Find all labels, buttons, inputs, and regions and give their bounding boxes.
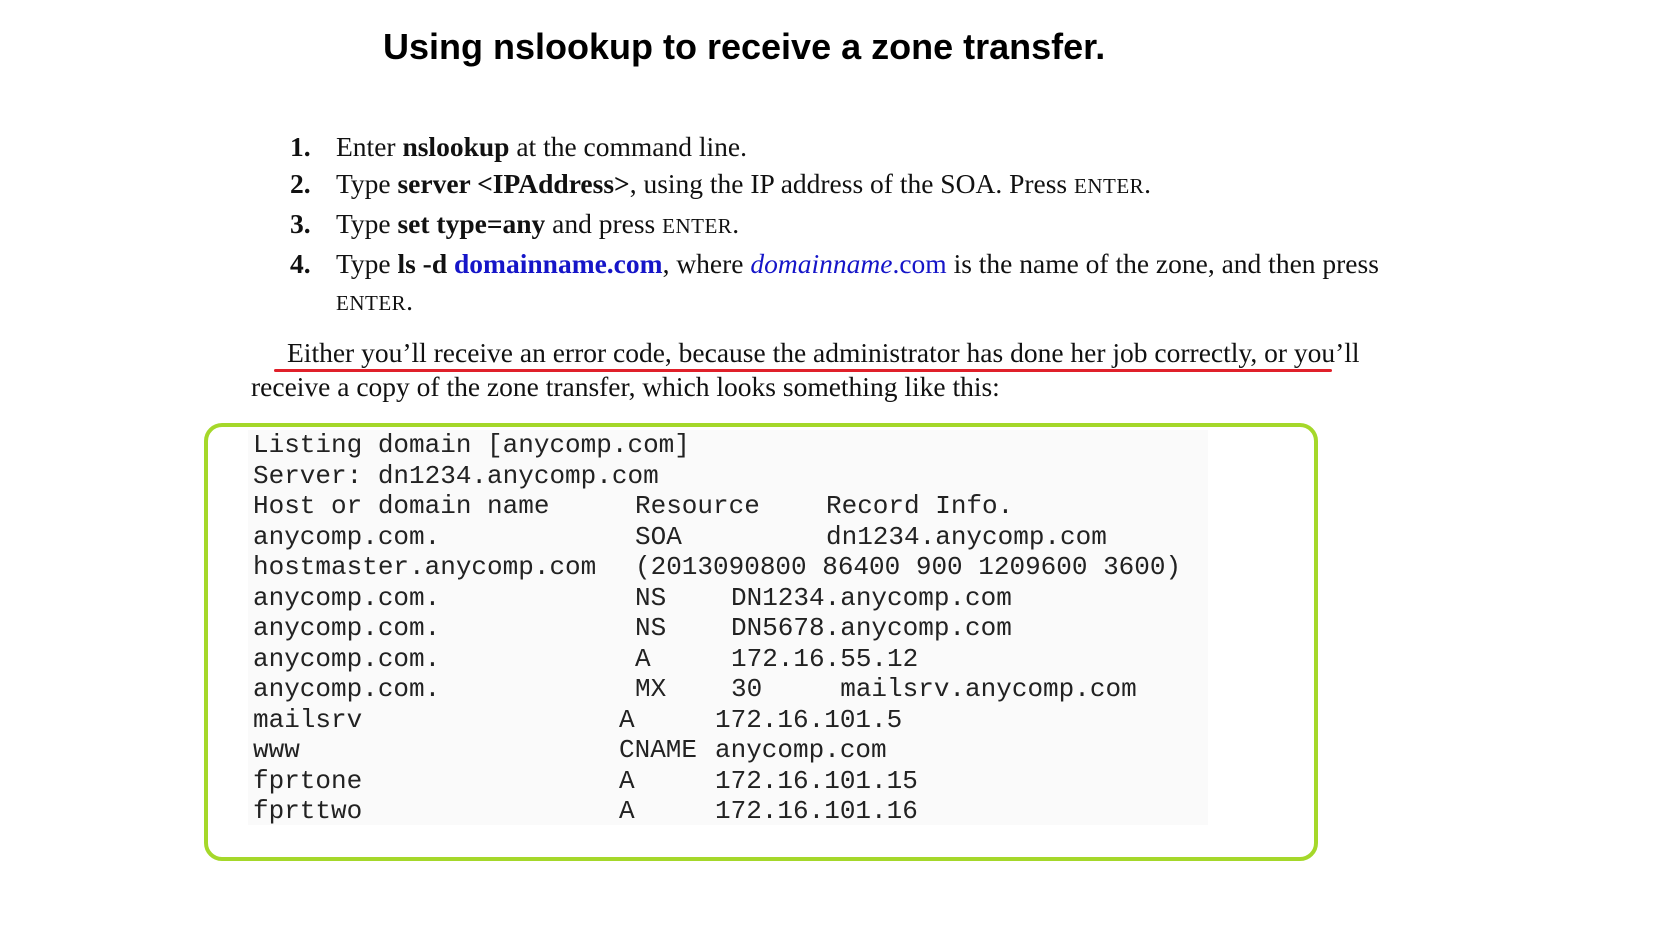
record-host: Host or domain name bbox=[253, 491, 550, 521]
step-text: Type bbox=[336, 248, 398, 279]
record-value: dn1234.anycomp.com bbox=[826, 521, 1107, 552]
record-value: 172.16.101.15 bbox=[715, 765, 918, 796]
record-value: DN5678.anycomp.com bbox=[731, 613, 1012, 643]
record-host: anycomp.com. bbox=[253, 613, 441, 643]
record-host: www bbox=[253, 735, 300, 765]
step-item: 4. Type ls -d domainname.com, where domai… bbox=[290, 245, 1410, 322]
step-text: ls -d bbox=[397, 248, 455, 279]
record-type: A bbox=[619, 765, 635, 796]
step-text: . bbox=[406, 285, 414, 316]
record-value: anycomp.com bbox=[715, 735, 887, 765]
step-text: set type=any bbox=[397, 208, 546, 239]
record-value: 172.16.101.5 bbox=[715, 704, 903, 735]
record-host: Listing domain [anycomp.com] bbox=[253, 430, 690, 460]
step-text: and press bbox=[545, 208, 663, 239]
record-type: MX bbox=[635, 674, 667, 704]
record-host: Server: dn1234.anycomp.com bbox=[253, 460, 659, 491]
record-value: 30 mailsrv.anycomp.com bbox=[731, 674, 1137, 704]
step-text: . bbox=[732, 208, 740, 239]
step-text: nslookup bbox=[402, 131, 510, 162]
record-value: 172.16.55.12 bbox=[731, 643, 919, 674]
record-host: fprttwo bbox=[253, 796, 363, 826]
record-value: Record Info. bbox=[826, 491, 1014, 521]
step-text: is the name of the zone, and then press bbox=[946, 248, 1379, 279]
record-type: SOA bbox=[635, 521, 682, 552]
record-host: anycomp.com. bbox=[253, 582, 441, 613]
page-title: Using nslookup to receive a zone transfe… bbox=[383, 26, 1106, 67]
step-text: domainname bbox=[750, 248, 893, 279]
step-text: .com bbox=[892, 248, 947, 279]
record-type: A bbox=[619, 704, 635, 735]
step-text: , where bbox=[662, 248, 751, 279]
red-underline-annotation bbox=[274, 369, 1332, 372]
record-type: NS bbox=[635, 613, 667, 643]
step-number: 3. bbox=[290, 208, 311, 239]
record-host: mailsrv bbox=[253, 704, 363, 735]
step-text: ENTER bbox=[662, 214, 733, 238]
record-value: 172.16.101.16 bbox=[715, 796, 918, 826]
steps-list: 1. Enter nslookup at the command line. 2. T… bbox=[290, 128, 1410, 322]
step-text: ENTER bbox=[1074, 174, 1145, 198]
step-text: at the command line. bbox=[509, 131, 747, 162]
step-item: 2. Type server <IPAddress>, using the IP … bbox=[290, 165, 1410, 205]
record-host: anycomp.com. bbox=[253, 643, 441, 674]
step-number: 2. bbox=[290, 168, 311, 199]
record-host: anycomp.com. bbox=[253, 521, 441, 552]
step-text: ENTER bbox=[336, 291, 407, 315]
record-type: Resource bbox=[635, 491, 760, 521]
record-type: A bbox=[619, 796, 635, 826]
step-text: server <IPAddress> bbox=[397, 168, 630, 199]
record-host: anycomp.com. bbox=[253, 674, 441, 704]
record-host: fprtone bbox=[253, 765, 363, 796]
step-item: 3. Type set type=any and press ENTER. bbox=[290, 205, 1410, 245]
step-text: domainname.com bbox=[454, 248, 663, 279]
step-text: . bbox=[1144, 168, 1152, 199]
record-type: CNAME bbox=[619, 735, 698, 765]
record-type: A bbox=[635, 643, 651, 674]
step-text: Enter bbox=[336, 131, 403, 162]
record-value: DN1234.anycomp.com bbox=[731, 582, 1012, 613]
record-type: NS bbox=[635, 582, 667, 613]
step-item: 1. Enter nslookup at the command line. bbox=[290, 128, 1410, 165]
step-text: , using the IP address of the SOA. Press bbox=[629, 168, 1074, 199]
record-host: hostmaster.anycomp.com bbox=[253, 552, 597, 582]
record-type: (2013090800 86400 900 1209600 3600) bbox=[635, 552, 1182, 582]
step-number: 1. bbox=[290, 131, 311, 162]
step-text: Type bbox=[336, 208, 398, 239]
step-text: Type bbox=[336, 168, 398, 199]
step-number: 4. bbox=[290, 248, 311, 279]
